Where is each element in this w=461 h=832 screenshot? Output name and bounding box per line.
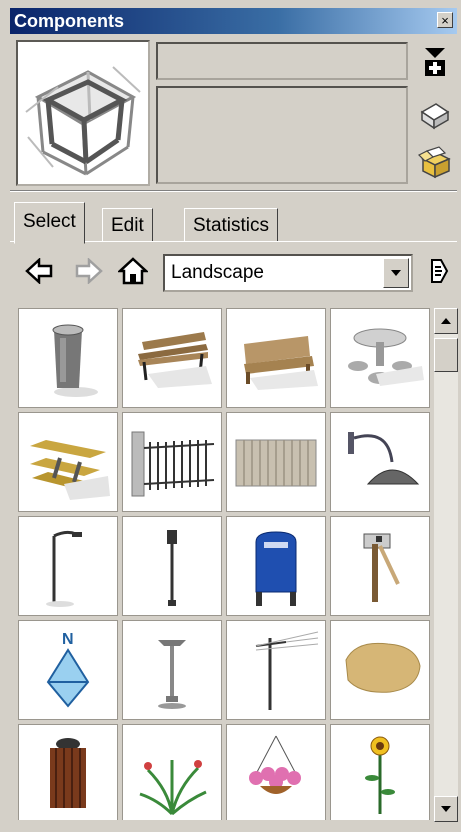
component-post-mailbox[interactable] <box>330 516 430 616</box>
create-component-icon <box>420 103 450 130</box>
rock-icon <box>345 642 421 693</box>
component-sunflower[interactable] <box>330 724 430 820</box>
component-wood-fence[interactable] <box>226 412 326 512</box>
back-arrow-icon <box>25 258 53 284</box>
home-icon <box>118 257 148 285</box>
park-bench-icon <box>138 332 212 388</box>
table-umbrella-icon <box>348 328 424 386</box>
component-rock[interactable] <box>330 620 430 720</box>
utility-pole-icon <box>255 631 319 710</box>
details-arrow-icon <box>431 259 449 283</box>
scroll-thumb[interactable] <box>434 338 458 372</box>
picnic-table-icon <box>30 440 110 500</box>
tab-statistics[interactable]: Statistics <box>184 208 279 242</box>
component-iron-fence[interactable] <box>122 412 222 512</box>
component-utility-pole[interactable] <box>226 620 326 720</box>
component-picnic-table[interactable] <box>18 412 118 512</box>
waste-bin-icon <box>50 738 86 808</box>
component-park-bench[interactable] <box>122 308 222 408</box>
scroll-up-button[interactable] <box>434 308 458 334</box>
scroll-up-icon <box>441 318 451 324</box>
close-button[interactable]: × <box>437 12 453 28</box>
palm-plant-icon <box>139 760 207 816</box>
post-mailbox-icon <box>363 533 400 602</box>
street-lamp-icon <box>46 530 82 607</box>
create-component-button[interactable] <box>417 96 453 132</box>
details-arrow-button[interactable] <box>424 256 454 286</box>
component-wood-bench[interactable] <box>226 308 326 408</box>
tab-select[interactable]: Select <box>14 202 85 244</box>
wall-lamp-icon <box>348 432 420 485</box>
panel-titlebar: Components × <box>10 8 457 34</box>
component-palm-plant[interactable] <box>122 724 222 820</box>
hanging-basket-icon <box>249 735 301 794</box>
component-table-umbrella[interactable] <box>330 308 430 408</box>
scroll-down-icon <box>441 806 451 812</box>
component-waste-bin[interactable] <box>18 724 118 820</box>
wood-fence-icon <box>235 439 317 487</box>
svg-text:N: N <box>62 631 74 648</box>
mailbox-icon <box>255 531 297 606</box>
component-hanging-basket[interactable] <box>226 724 326 820</box>
component-street-lamp[interactable] <box>18 516 118 616</box>
component-preview <box>16 40 150 186</box>
sunflower-icon <box>365 736 395 814</box>
component-thumbnail-icon <box>25 66 141 176</box>
north-arrow-icon: N <box>46 631 90 708</box>
component-north-arrow[interactable]: N <box>18 620 118 720</box>
chevron-down-icon <box>391 270 401 276</box>
panel-title: Components <box>14 11 124 31</box>
component-grid-area: N <box>14 306 434 820</box>
wood-bench-icon <box>244 336 318 390</box>
details-menu-icon <box>425 48 445 76</box>
collection-value: Landscape <box>171 262 264 283</box>
home-button[interactable] <box>118 256 148 286</box>
scroll-down-button[interactable] <box>434 796 458 822</box>
forward-button[interactable] <box>74 256 104 286</box>
trash-can-icon <box>52 324 98 397</box>
lamp-post-icon <box>167 530 177 606</box>
iron-fence-icon <box>131 431 215 497</box>
panel-divider <box>10 190 457 192</box>
component-mailbox[interactable] <box>226 516 326 616</box>
details-menu-button[interactable] <box>417 44 453 80</box>
component-description-field[interactable] <box>156 86 408 184</box>
component-grid: N <box>18 308 430 820</box>
collection-dropdown-button[interactable] <box>383 258 409 288</box>
open-component-button[interactable] <box>417 144 453 180</box>
component-grid-scrollbar[interactable] <box>434 308 458 822</box>
patio-heater-icon <box>158 640 186 709</box>
back-button[interactable] <box>24 256 54 286</box>
forward-arrow-icon <box>75 258 103 284</box>
component-name-field[interactable] <box>156 42 408 80</box>
component-wall-lamp[interactable] <box>330 412 430 512</box>
component-patio-heater[interactable] <box>122 620 222 720</box>
tab-edit[interactable]: Edit <box>102 208 153 242</box>
component-lamp-post[interactable] <box>122 516 222 616</box>
collection-dropdown[interactable]: Landscape <box>163 254 413 292</box>
component-trash-can[interactable] <box>18 308 118 408</box>
open-component-icon <box>417 146 451 179</box>
